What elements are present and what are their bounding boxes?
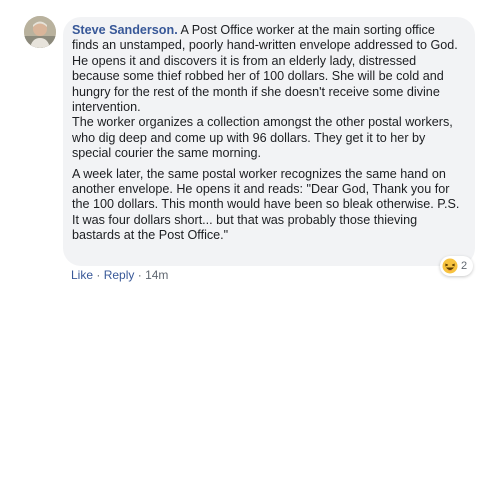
separator: · <box>96 268 101 282</box>
laughing-emoji-icon <box>442 258 458 274</box>
reaction-summary[interactable]: 2 <box>440 256 474 276</box>
author-name[interactable]: Steve Sanderson. <box>72 23 178 37</box>
comment-bubble: Steve Sanderson. A Post Office worker at… <box>63 17 475 266</box>
avatar[interactable] <box>24 16 56 48</box>
comment-paragraph-1: A Post Office worker at the main sorting… <box>72 23 458 161</box>
reaction-count: 2 <box>461 260 468 272</box>
comment-paragraph-2: A week later, the same postal worker rec… <box>72 166 460 243</box>
separator: · <box>137 268 142 282</box>
timestamp[interactable]: 14m <box>145 268 168 282</box>
like-link[interactable]: Like <box>71 268 93 282</box>
comment: Steve Sanderson. A Post Office worker at… <box>0 0 500 500</box>
comment-actions: Like · Reply · 14m <box>71 268 168 282</box>
reply-link[interactable]: Reply <box>104 268 135 282</box>
comment-text: Steve Sanderson. A Post Office worker at… <box>72 23 463 162</box>
profile-photo-icon <box>24 16 56 48</box>
